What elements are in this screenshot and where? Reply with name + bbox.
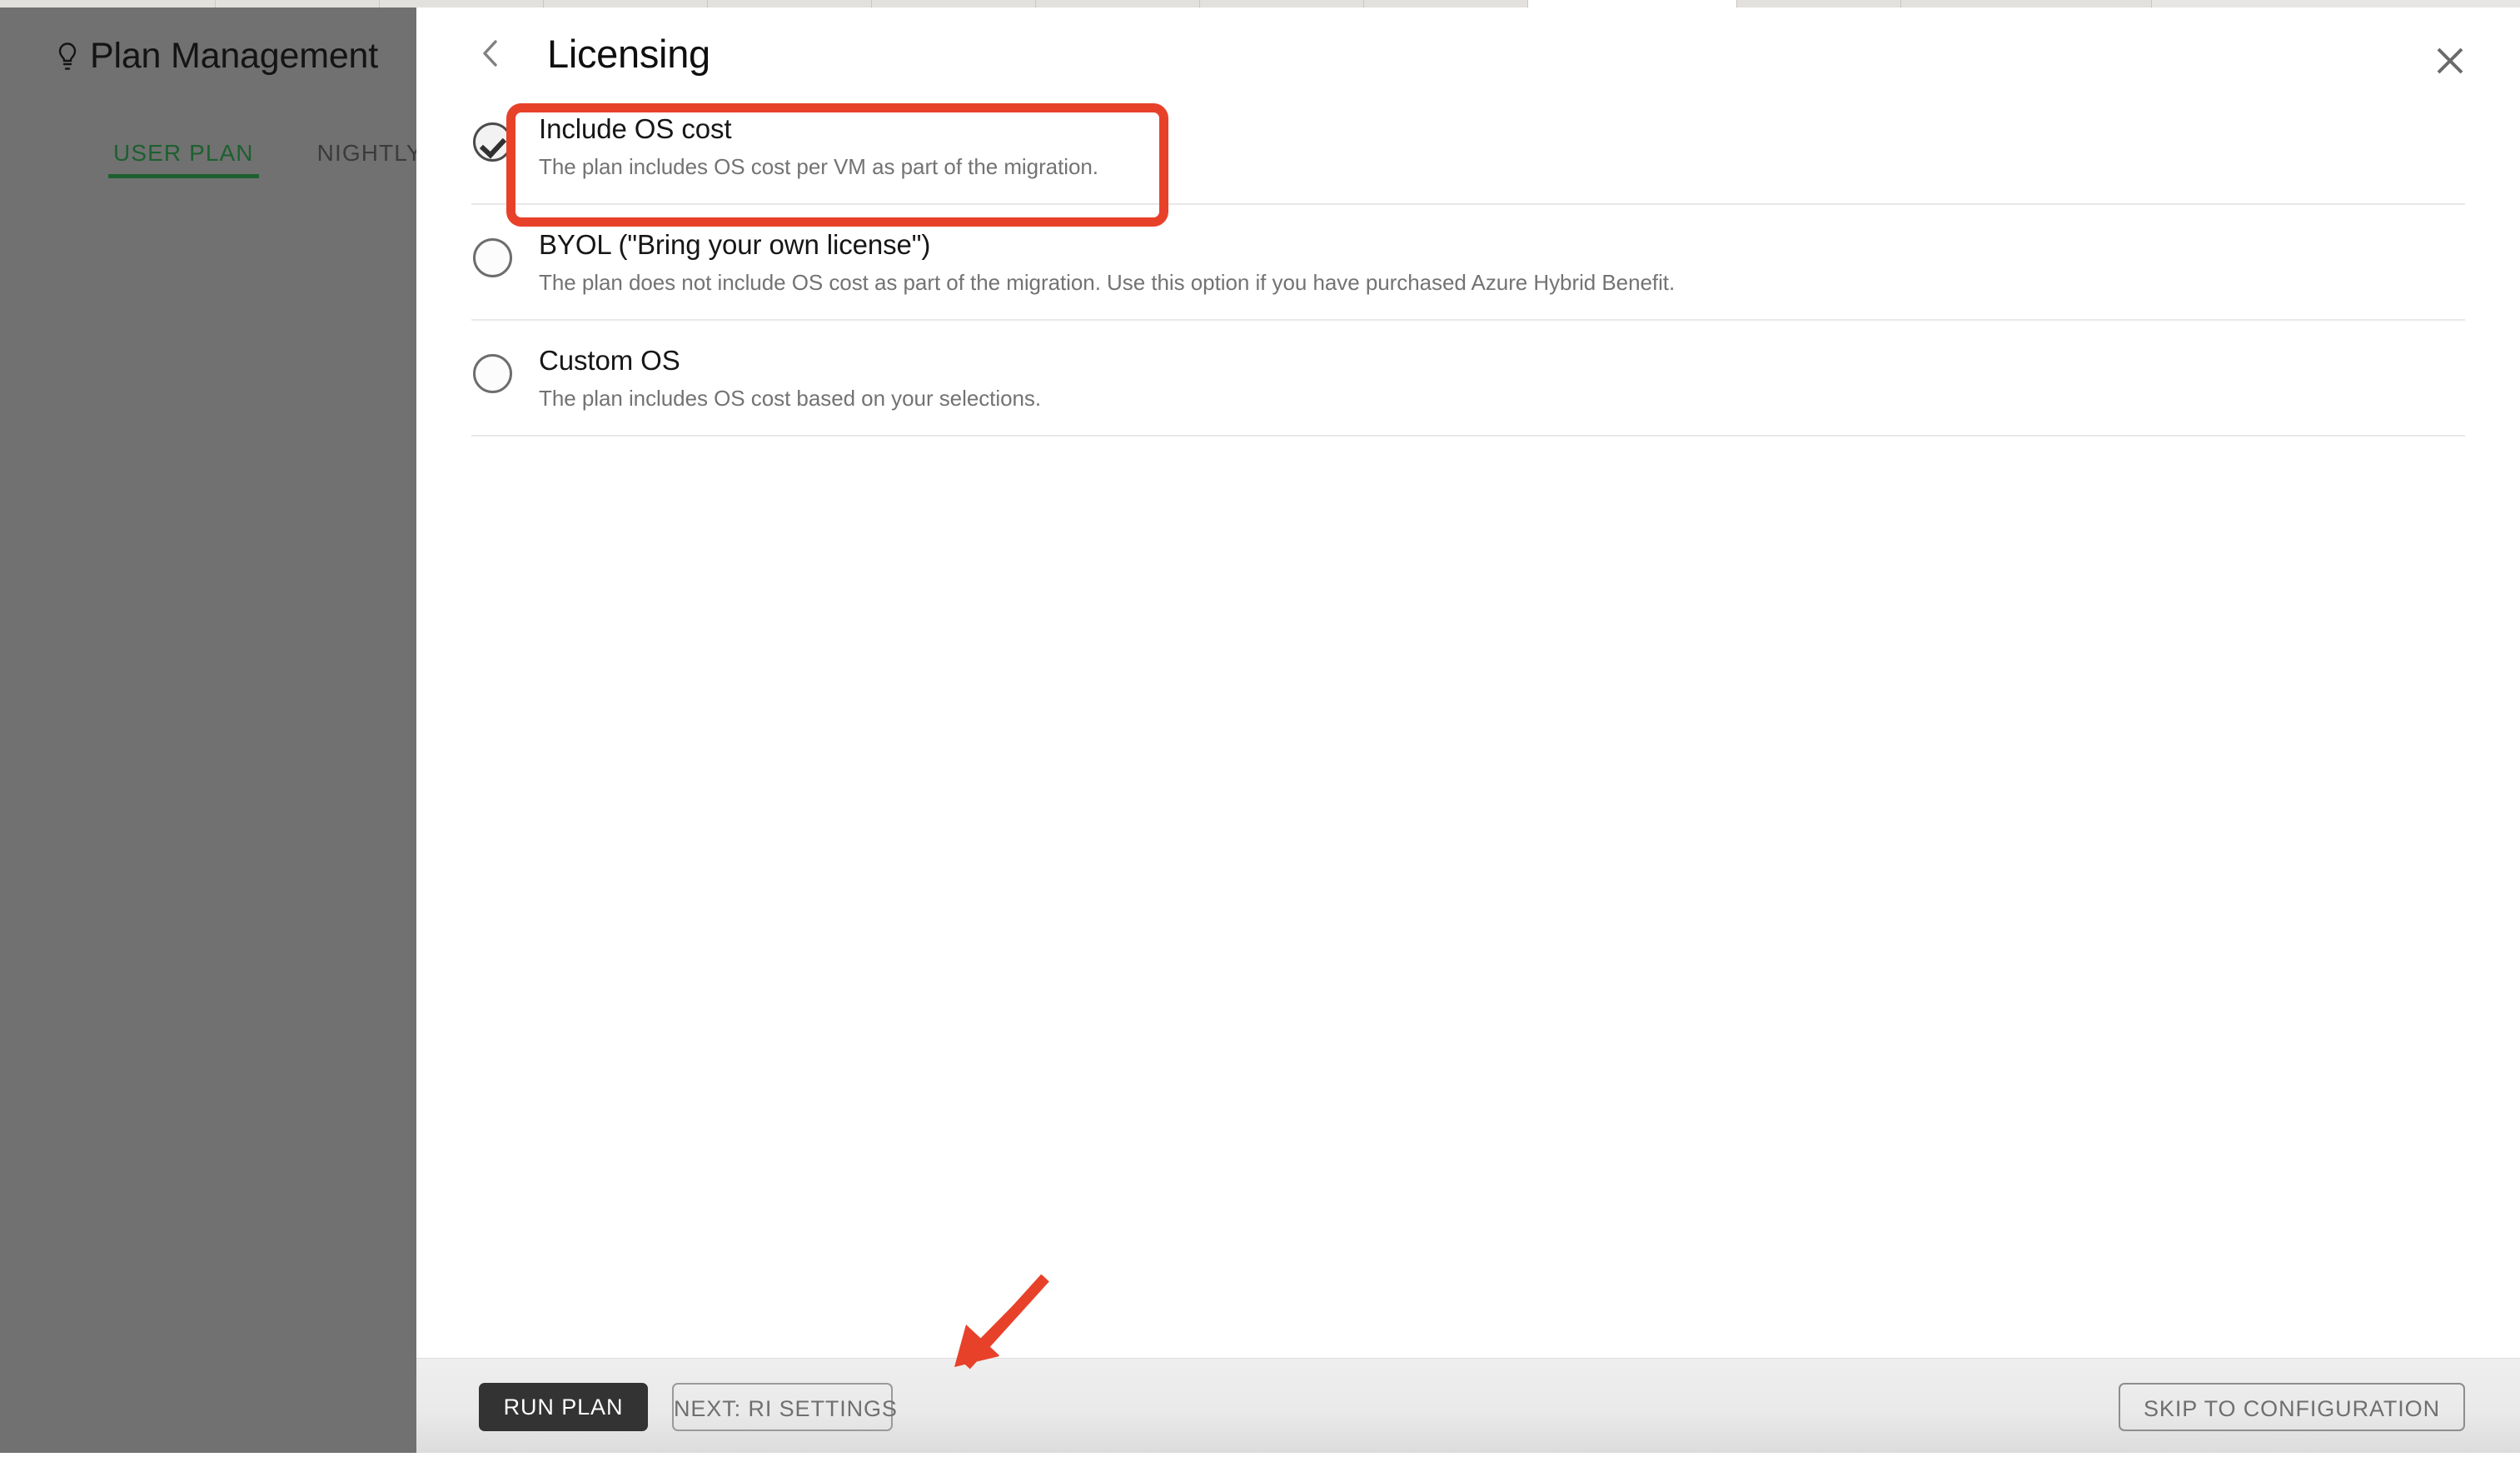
browser-tab[interactable] xyxy=(872,0,1036,7)
radio-unchecked-icon[interactable] xyxy=(473,238,512,277)
panel-header: Licensing xyxy=(416,7,2520,89)
browser-tab[interactable] xyxy=(544,0,708,7)
option-byol[interactable]: BYOL ("Bring your own license") The plan… xyxy=(471,205,2465,321)
browser-tab[interactable] xyxy=(1901,0,2152,7)
option-text: Include OS cost The plan includes OS cos… xyxy=(539,109,1098,182)
radio-checked-icon[interactable] xyxy=(473,122,512,162)
app-backdrop-overlay: Plan Management USER PLAN NIGHTLY xyxy=(0,7,416,1453)
browser-tab[interactable] xyxy=(0,0,216,7)
browser-tab[interactable] xyxy=(708,0,872,7)
option-label: Include OS cost xyxy=(539,113,732,144)
app-title-row: Plan Management xyxy=(0,36,416,77)
option-text: BYOL ("Bring your own license") The plan… xyxy=(539,225,1675,297)
option-custom-os[interactable]: Custom OS The plan includes OS cost base… xyxy=(471,321,2465,437)
option-label: Custom OS xyxy=(539,345,680,376)
option-description: The plan includes OS cost per VM as part… xyxy=(539,154,1098,179)
browser-tab-strip[interactable] xyxy=(0,0,2520,7)
next-ri-settings-button[interactable]: NEXT: RI SETTINGS xyxy=(672,1383,897,1431)
lightbulb-icon xyxy=(57,42,78,75)
radio-unchecked-icon[interactable] xyxy=(473,354,512,393)
browser-tab[interactable] xyxy=(1200,0,1364,7)
panel-title: Licensing xyxy=(547,32,710,76)
run-plan-button[interactable]: RUN PLAN xyxy=(479,1383,648,1431)
close-icon[interactable] xyxy=(2433,44,2467,77)
browser-tab[interactable] xyxy=(1036,0,1200,7)
option-description: The plan does not include OS cost as par… xyxy=(539,270,1676,295)
back-button[interactable] xyxy=(476,37,505,69)
browser-tab[interactable] xyxy=(380,0,544,7)
app-header: Plan Management USER PLAN NIGHTLY xyxy=(0,36,416,178)
licensing-panel: Licensing Include OS cost The plan inclu… xyxy=(416,7,2520,1453)
option-description: The plan includes OS cost based on your … xyxy=(539,386,1042,411)
browser-tab-active[interactable] xyxy=(1528,0,1737,7)
app-tab-bar[interactable]: USER PLAN NIGHTLY xyxy=(0,140,416,178)
option-text: Custom OS The plan includes OS cost base… xyxy=(539,341,1041,413)
browser-tab[interactable] xyxy=(1737,0,1901,7)
tab-user-plan[interactable]: USER PLAN xyxy=(82,140,286,178)
skip-to-configuration-button[interactable]: SKIP TO CONFIGURATION xyxy=(2119,1383,2465,1431)
browser-tab[interactable] xyxy=(216,0,380,7)
option-include-os-cost[interactable]: Include OS cost The plan includes OS cos… xyxy=(471,89,2465,205)
licensing-options-list: Include OS cost The plan includes OS cos… xyxy=(416,89,2520,437)
browser-tab[interactable] xyxy=(1364,0,1528,7)
panel-footer-toolbar: RUN PLAN NEXT: RI SETTINGS SKIP TO CONFI… xyxy=(416,1358,2520,1453)
tab-nightly[interactable]: NIGHTLY xyxy=(286,140,416,178)
page-title: Plan Management xyxy=(90,36,378,76)
option-label: BYOL ("Bring your own license") xyxy=(539,229,931,260)
